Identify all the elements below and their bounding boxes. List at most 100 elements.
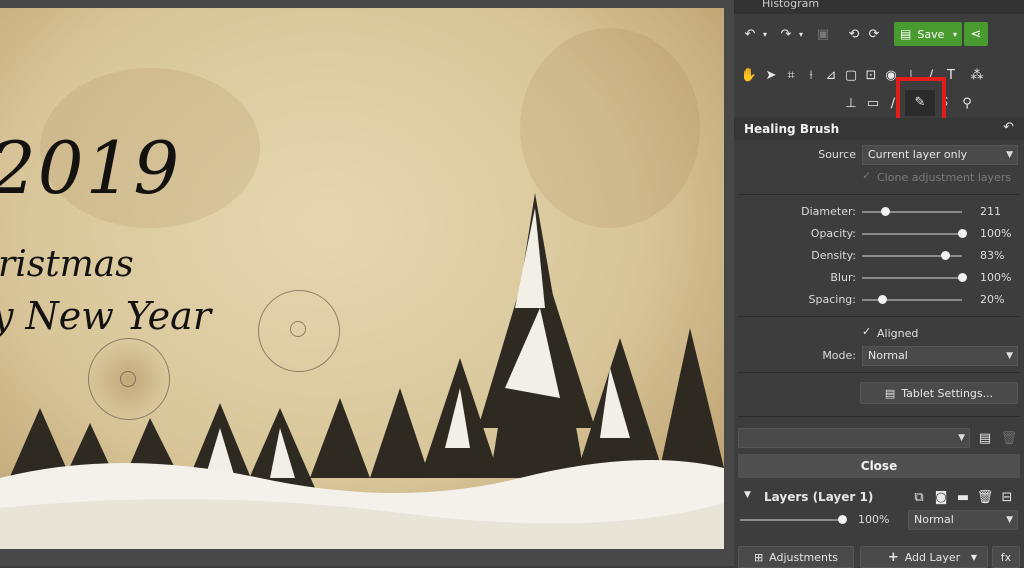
aligned-label: Aligned: [877, 327, 919, 340]
brush-source-center: [290, 321, 306, 337]
slider-value: 83%: [980, 249, 1005, 262]
divider: [738, 372, 1020, 373]
save-button[interactable]: ▤ Save ▾: [894, 22, 962, 46]
slider-label: Blur:: [830, 271, 856, 284]
divider: [738, 194, 1020, 195]
undo-dropdown-icon[interactable]: ▾: [760, 24, 770, 44]
adjustments-button[interactable]: ⊞ Adjustments: [738, 546, 854, 568]
tablet-settings-label: Tablet Settings...: [901, 386, 994, 400]
divider: [738, 316, 1020, 317]
tablet-settings-button[interactable]: ▤ Tablet Settings...: [860, 382, 1018, 404]
undo-icon[interactable]: ↶: [738, 24, 762, 44]
clone-adjustment-label: Clone adjustment layers: [877, 171, 1012, 184]
duplicate-layer-icon[interactable]: ⧉: [910, 488, 928, 506]
plus-icon: +: [887, 549, 899, 565]
source-label: Source: [818, 148, 856, 161]
crop-tool-icon[interactable]: ⌗: [782, 66, 800, 84]
share-icon: ⋖: [970, 26, 982, 42]
source-dropdown[interactable]: Current layer only ▼: [862, 145, 1018, 165]
slider-value: 100%: [980, 227, 1012, 240]
brush-target-center: [120, 371, 136, 387]
preset-dropdown[interactable]: ▼: [738, 428, 970, 448]
clone-stamp-icon[interactable]: ⊥: [842, 94, 860, 112]
adjustments-icon: ⊞: [753, 550, 764, 564]
clone-adjustment-checkbox[interactable]: ✓: [862, 170, 872, 181]
slider-value: 20%: [980, 293, 1005, 306]
pointer-tool-icon[interactable]: ➤: [762, 66, 780, 84]
slider-knob[interactable]: [958, 273, 967, 282]
redo-icon[interactable]: ↷: [774, 24, 798, 44]
save-label: Save: [917, 27, 945, 41]
folder-icon[interactable]: ▬: [954, 488, 972, 506]
rotate-left-icon[interactable]: ⟲: [844, 24, 864, 44]
histogram-tab-label: Histogram: [762, 0, 820, 10]
close-label: Close: [860, 459, 898, 473]
slider-label: Density:: [811, 249, 856, 262]
adjustments-label: Adjustments: [769, 550, 839, 564]
save-preset-icon[interactable]: ▤: [976, 428, 994, 448]
collapse-triangle-icon[interactable]: ▼: [744, 490, 751, 500]
reset-icon[interactable]: ↶: [1003, 120, 1014, 135]
slider-knob[interactable]: [881, 207, 890, 216]
spot-fix-icon[interactable]: ⚲: [958, 94, 976, 112]
layers-title: Layers (Layer 1): [764, 490, 874, 504]
tablet-icon: ▤: [884, 386, 896, 400]
save-dropdown-icon[interactable]: ▾: [953, 30, 957, 39]
layer-opacity-value: 100%: [858, 513, 890, 526]
layer-opacity-knob[interactable]: [838, 515, 847, 524]
layer-opacity-track[interactable]: [740, 519, 842, 521]
perspective-tool-icon[interactable]: ⟊: [802, 66, 820, 84]
photo-image[interactable]: 2019 ristmas y New Year: [0, 8, 724, 549]
chevron-down-icon: ▼: [1006, 515, 1013, 525]
straighten-tool-icon[interactable]: ⊿: [822, 66, 840, 84]
add-layer-label: Add Layer: [904, 550, 961, 564]
snowy-forest-illustration: [0, 193, 724, 549]
chevron-down-icon: ▼: [1006, 150, 1013, 160]
mask-icon[interactable]: ◙: [932, 488, 950, 506]
slider-knob[interactable]: [878, 295, 887, 304]
add-layer-dropdown-icon[interactable]: ▼: [966, 548, 982, 566]
slider-track[interactable]: [862, 299, 962, 301]
slider-knob[interactable]: [958, 229, 967, 238]
slider-track[interactable]: [862, 277, 962, 279]
slider-value: 100%: [980, 271, 1012, 284]
divider: [738, 416, 1020, 417]
mode-dropdown[interactable]: Normal ▼: [862, 346, 1018, 366]
mode-value: Normal: [868, 349, 908, 362]
slider-value: 211: [980, 205, 1001, 218]
rotate-right-icon[interactable]: ⟳: [864, 24, 884, 44]
slider-track[interactable]: [862, 233, 962, 235]
share-button[interactable]: ⋖: [964, 22, 988, 46]
mode-label: Mode:: [822, 349, 856, 362]
right-panel: Histogram ↶ ▾ ↷ ▾ ▣ ⟲ ⟳ ▤ Save ▾ ⋖ ✋ ➤ ⌗…: [734, 0, 1024, 568]
tool-title: Healing Brush: [744, 122, 840, 136]
slider-track[interactable]: [862, 211, 962, 213]
fx-button[interactable]: fx: [992, 546, 1020, 568]
healing-brush-header: Healing Brush ↶: [734, 118, 1024, 140]
picture-tool-icon[interactable]: ⊡: [862, 66, 880, 84]
slider-label: Opacity:: [810, 227, 856, 240]
delete-layer-icon[interactable]: 🗑: [976, 488, 994, 506]
layer-menu-icon[interactable]: ⊟: [998, 488, 1016, 506]
layer-blend-value: Normal: [914, 513, 954, 526]
fx-label: fx: [1000, 550, 1012, 564]
eraser-icon[interactable]: ▭: [864, 94, 882, 112]
image-icon[interactable]: ▣: [812, 24, 834, 44]
slider-knob[interactable]: [941, 251, 950, 260]
chevron-down-icon: ▼: [1006, 351, 1013, 361]
floppy-icon: ▤: [900, 27, 912, 41]
delete-preset-icon[interactable]: 🗑: [1000, 428, 1018, 448]
close-button[interactable]: Close: [738, 454, 1020, 478]
hand-tool-icon[interactable]: ✋: [740, 66, 758, 84]
slider-label: Diameter:: [801, 205, 856, 218]
histogram-tab[interactable]: Histogram: [734, 0, 1024, 14]
source-value: Current layer only: [868, 148, 968, 161]
effects-tool-icon[interactable]: ⁂: [968, 66, 986, 84]
chevron-down-icon: ▼: [958, 433, 965, 443]
slider-label: Spacing:: [808, 293, 856, 306]
resize-tool-icon[interactable]: ▢: [842, 66, 860, 84]
layer-blend-dropdown[interactable]: Normal ▼: [908, 510, 1018, 530]
canvas-area[interactable]: 2019 ristmas y New Year: [0, 0, 734, 566]
aligned-checkbox[interactable]: ✓: [862, 326, 872, 337]
redo-dropdown-icon[interactable]: ▾: [796, 24, 806, 44]
